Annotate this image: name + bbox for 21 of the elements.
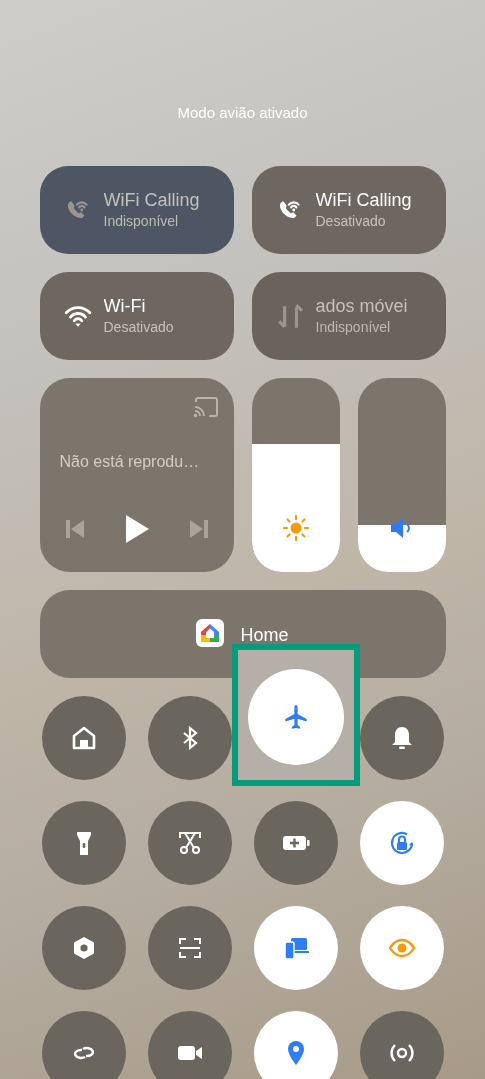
- toggle-tile[interactable]: Wi-Fi Desativado: [39, 272, 234, 360]
- sun-icon: [281, 514, 310, 542]
- tile-title: Wi-Fi: [103, 295, 147, 317]
- tile-status: Indisponível: [315, 318, 392, 337]
- playback-status: Não está reprodu…: [59, 452, 201, 472]
- status-message: Modo avião ativado: [177, 103, 308, 123]
- tile-title: WiFi Calling: [103, 189, 200, 211]
- volume-slider[interactable]: [357, 378, 446, 572]
- tile-status: Desativado: [315, 212, 387, 231]
- cast-icon[interactable]: [192, 396, 219, 418]
- tile-status: Desativado: [103, 318, 174, 337]
- tile-title: ados móvei: [315, 295, 408, 317]
- tile-title: WiFi Calling: [315, 189, 412, 211]
- toggle-tile[interactable]: WiFi Calling Desativado: [251, 166, 446, 254]
- media-card[interactable]: Não está reprodu…: [39, 378, 234, 572]
- brightness-slider[interactable]: [251, 378, 340, 572]
- home-app-icon: [196, 619, 225, 647]
- shortcut-label: Home: [240, 623, 289, 647]
- play-icon[interactable]: [123, 514, 150, 544]
- up-down-arrows-icon: [275, 302, 304, 330]
- tile-status: Indisponível: [103, 212, 180, 231]
